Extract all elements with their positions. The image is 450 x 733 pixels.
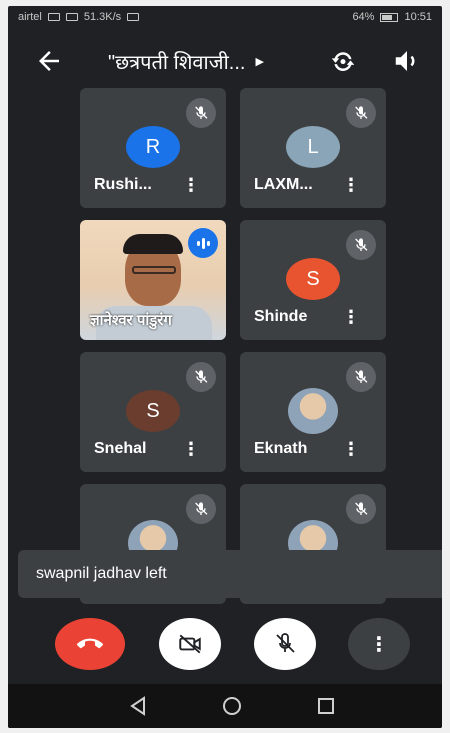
mic-off-icon (346, 494, 376, 524)
more-options-button[interactable]: ⋮ (348, 618, 410, 670)
toggle-camera-button[interactable] (159, 618, 221, 670)
battery-level: 64% (352, 11, 375, 23)
mic-off-icon (346, 98, 376, 128)
back-arrow-icon[interactable] (34, 46, 64, 76)
meeting-title-text: "छत्रपती शिवाजी... (108, 52, 246, 74)
network-speed: 51.3K/s (83, 11, 122, 23)
meeting-title[interactable]: "छत्रपती शिवाजी... ▶ (108, 48, 264, 75)
wifi-icon (65, 13, 78, 21)
participant-name: Rushi... (94, 176, 152, 193)
participant-tile[interactable]: Eknath ⋮ (240, 352, 386, 472)
call-app-bar: "छत्रपती शिवाजी... ▶ (8, 34, 442, 88)
more-options-icon[interactable]: ⋮ (182, 176, 200, 194)
participant-name: LAXM... (254, 176, 313, 193)
participant-tile[interactable]: L LAXM... ⋮ (240, 88, 386, 208)
carrier-label: airtel (18, 11, 42, 23)
mic-off-icon (186, 98, 216, 128)
more-options-icon[interactable]: ⋮ (342, 440, 360, 458)
participant-video-tile[interactable]: ज्ञानेश्वर पांडुरंग (80, 220, 226, 340)
camera-off-icon (179, 634, 201, 654)
participant-name: Eknath (254, 440, 308, 457)
avatar (288, 388, 338, 434)
avatar: L (286, 126, 340, 168)
more-options-icon[interactable]: ⋮ (182, 440, 200, 458)
switch-camera-icon[interactable] (328, 46, 358, 76)
participant-tile[interactable]: S Shinde ⋮ (240, 220, 386, 340)
mic-off-icon (186, 362, 216, 392)
nav-home-icon[interactable] (220, 694, 244, 718)
system-navigation-bar (8, 684, 442, 728)
more-vert-icon: ⋮ (369, 633, 389, 656)
nav-recents-icon[interactable] (314, 694, 338, 718)
meet-call-screen: airtel 51.3K/s 64% 10:51 "छत्रपती शिवाजी… (8, 6, 442, 728)
mic-off-icon (186, 494, 216, 524)
clock: 10:51 (404, 11, 432, 23)
hang-up-icon (77, 638, 103, 649)
nav-back-icon[interactable] (126, 694, 150, 718)
participant-tile[interactable]: S Snehal ⋮ (80, 352, 226, 472)
participant-name: Shinde (254, 308, 308, 325)
battery-icon (380, 12, 399, 22)
avatar: S (286, 258, 340, 300)
more-options-icon[interactable]: ⋮ (342, 176, 360, 194)
participant-left-toast: swapnil jadhav left (18, 550, 442, 598)
call-controls: ⋮ (8, 618, 442, 678)
toggle-mic-button[interactable] (254, 618, 316, 670)
avatar: R (126, 126, 180, 168)
participant-tile[interactable]: R Rushi... ⋮ (80, 88, 226, 208)
mic-off-icon (346, 230, 376, 260)
title-caret-icon: ▶ (255, 56, 264, 68)
signal-icon (47, 13, 60, 21)
participant-name: Snehal (94, 440, 147, 457)
avatar: S (126, 390, 180, 432)
notification-icon (127, 13, 140, 21)
toast-message: swapnil jadhav left (36, 565, 167, 582)
end-call-button[interactable] (55, 618, 125, 670)
status-bar: airtel 51.3K/s 64% 10:51 (8, 6, 442, 28)
more-options-icon[interactable]: ⋮ (342, 308, 360, 326)
speaker-icon[interactable] (392, 46, 422, 76)
speaking-indicator-icon (188, 228, 218, 258)
participant-name: ज्ञानेश्वर पांडुरंग (90, 312, 172, 329)
mic-off-icon (276, 633, 295, 653)
mic-off-icon (346, 362, 376, 392)
